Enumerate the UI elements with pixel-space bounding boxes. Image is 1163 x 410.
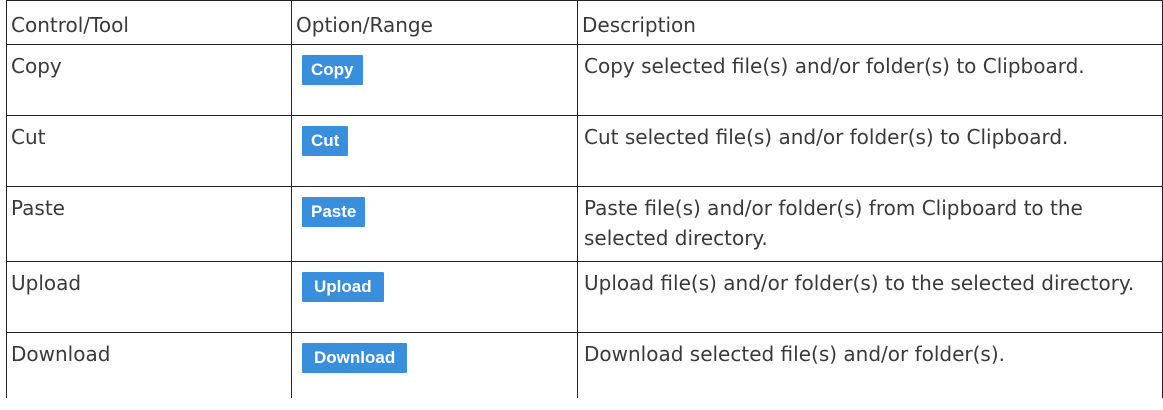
control-label: Download bbox=[11, 342, 111, 366]
description-cell: Download selected file(s) and/or folder(… bbox=[577, 332, 1163, 398]
control-label: Cut bbox=[11, 125, 46, 149]
description-text: Download selected file(s) and/or folder(… bbox=[584, 342, 1006, 366]
header-description: Description bbox=[577, 0, 1163, 45]
table-row: Download Download Download selected file… bbox=[6, 332, 1163, 398]
paste-button[interactable]: Paste bbox=[302, 197, 366, 227]
download-button[interactable]: Download bbox=[302, 343, 408, 373]
description-text: Upload file(s) and/or folder(s) to the s… bbox=[584, 271, 1135, 295]
control-label: Paste bbox=[11, 196, 65, 220]
table-header-row: Control/Tool Option/Range Description bbox=[6, 0, 1163, 45]
description-cell: Upload file(s) and/or folder(s) to the s… bbox=[577, 261, 1163, 333]
controls-table: Control/Tool Option/Range Description Co… bbox=[6, 0, 1163, 398]
option-cell: Download bbox=[291, 332, 578, 398]
description-cell: Cut selected file(s) and/or folder(s) to… bbox=[577, 115, 1163, 187]
option-cell: Copy bbox=[291, 44, 578, 116]
option-cell: Cut bbox=[291, 115, 578, 187]
header-control-tool: Control/Tool bbox=[6, 0, 292, 45]
control-label: Upload bbox=[11, 271, 82, 295]
control-cell: Cut bbox=[6, 115, 292, 187]
option-cell: Paste bbox=[291, 186, 578, 262]
cut-button[interactable]: Cut bbox=[302, 126, 349, 156]
description-cell: Paste file(s) and/or folder(s) from Clip… bbox=[577, 186, 1163, 262]
description-text: Copy selected file(s) and/or folder(s) t… bbox=[584, 54, 1085, 78]
table-row: Upload Upload Upload file(s) and/or fold… bbox=[6, 261, 1163, 333]
description-text: Paste file(s) and/or folder(s) from Clip… bbox=[584, 196, 1083, 250]
control-cell: Paste bbox=[6, 186, 292, 262]
description-text: Cut selected file(s) and/or folder(s) to… bbox=[584, 125, 1069, 149]
upload-button[interactable]: Upload bbox=[302, 272, 384, 302]
control-cell: Upload bbox=[6, 261, 292, 333]
table-row: Cut Cut Cut selected file(s) and/or fold… bbox=[6, 115, 1163, 187]
option-cell: Upload bbox=[291, 261, 578, 333]
header-option-range: Option/Range bbox=[291, 0, 578, 45]
control-cell: Copy bbox=[6, 44, 292, 116]
description-cell: Copy selected file(s) and/or folder(s) t… bbox=[577, 44, 1163, 116]
table-row: Copy Copy Copy selected file(s) and/or f… bbox=[6, 44, 1163, 116]
control-label: Copy bbox=[11, 54, 62, 78]
control-cell: Download bbox=[6, 332, 292, 398]
copy-button[interactable]: Copy bbox=[302, 55, 363, 85]
table-row: Paste Paste Paste file(s) and/or folder(… bbox=[6, 186, 1163, 262]
